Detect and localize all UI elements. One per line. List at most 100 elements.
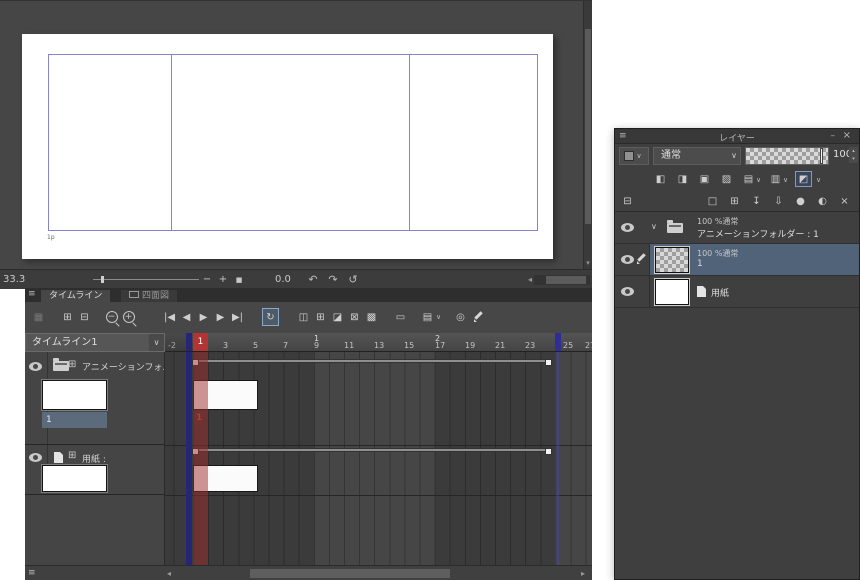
track-row-paper[interactable]: ⊞ 用紙 : — [25, 445, 165, 495]
layer-row-paper[interactable]: 用紙 — [615, 276, 859, 308]
opacity-value[interactable]: 100 ▴ ▾ — [831, 147, 858, 165]
zoom-in-button[interactable]: + — [215, 274, 231, 285]
canvas-paper[interactable]: 1p — [22, 34, 553, 259]
new-raster-layer-icon[interactable]: □ — [704, 193, 721, 209]
canvas-horizontal-scrollbar[interactable] — [534, 274, 590, 285]
scroll-left-icon[interactable]: ◂ — [528, 275, 532, 284]
zoom-out-icon[interactable]: − — [103, 310, 120, 325]
transfer-to-lower-layer-icon[interactable]: ↧ — [748, 193, 765, 209]
timeline-name-select[interactable]: タイムライン1 ∨ — [25, 333, 165, 352]
chevron-down-icon[interactable]: ∨ — [756, 176, 764, 184]
zoom-slider[interactable] — [93, 276, 199, 283]
visibility-eye-icon[interactable] — [29, 362, 42, 371]
layer-row-animation-folder[interactable]: ∨ 100 %通常 アニメーションフォルダー : 1 — [615, 212, 859, 244]
reset-view-icon[interactable]: ↺ — [345, 273, 361, 286]
zoom-in-icon[interactable]: + — [120, 310, 137, 325]
layer-thumbnail[interactable] — [654, 278, 690, 306]
new-animation-cel-icon[interactable]: ◫ — [295, 308, 312, 326]
zoom-slider-thumb[interactable] — [101, 276, 104, 283]
paper-thumbnail[interactable] — [41, 464, 108, 493]
timeline-horizontal-scrollbar[interactable]: ≡ ◂ ▸ — [25, 565, 592, 580]
set-ruler-icon[interactable]: ▥ — [767, 171, 784, 187]
visibility-eye-icon[interactable] — [29, 453, 42, 462]
track-area[interactable]: 1 — [165, 352, 592, 565]
delete-frame-icon[interactable]: ⊟ — [76, 308, 93, 326]
expand-chevron-icon[interactable]: ∨ — [651, 222, 657, 231]
next-frame-icon[interactable]: ▶ — [212, 308, 229, 326]
new-layer-folder-icon[interactable]: ⊞ — [726, 193, 743, 209]
palette-display-icon[interactable]: ⊟ — [619, 193, 636, 209]
draw-on-cel-icon[interactable] — [469, 308, 486, 326]
canvas-vertical-scrollbar[interactable]: ▾ — [583, 1, 592, 269]
redo-icon[interactable]: ↷ — [325, 273, 341, 286]
previous-frame-icon[interactable]: ◀ — [178, 308, 195, 326]
spin-up-icon[interactable]: ▴ — [852, 148, 855, 154]
opacity-slider-handle[interactable] — [820, 148, 823, 164]
chevron-down-icon[interactable]: ∨ — [816, 176, 824, 184]
fit-screen-button[interactable]: ■ — [231, 276, 247, 284]
blend-mode-select[interactable]: 通常 ∨ — [653, 147, 741, 165]
opacity-slider[interactable] — [745, 147, 829, 165]
playhead-marker[interactable]: 1 — [193, 333, 208, 351]
insert-frame-icon[interactable]: ⊞ — [59, 308, 76, 326]
chevron-down-icon[interactable]: ∨ — [436, 313, 444, 321]
combine-mode-button[interactable]: ∨ — [619, 147, 649, 165]
opacity-spinner[interactable]: ▴ ▾ — [849, 147, 858, 163]
scrollbar-thumb[interactable] — [585, 29, 591, 224]
layer-row-cel-1[interactable]: 100 %通常 1 — [615, 244, 859, 276]
visibility-eye-icon[interactable] — [621, 255, 634, 264]
scroll-down-icon[interactable]: ▾ — [584, 258, 592, 268]
scroll-left-icon[interactable]: ◂ — [167, 569, 171, 578]
new-animation-folder-icon[interactable]: ⊞ — [312, 308, 329, 326]
lock-transparent-pixels-icon[interactable]: ▨ — [718, 171, 735, 187]
apply-mask-icon[interactable]: ◐ — [814, 193, 831, 209]
create-layer-mask-icon[interactable]: ● — [792, 193, 809, 209]
rotate-value: 0.0 — [275, 274, 291, 285]
spin-down-icon[interactable]: ▾ — [852, 156, 855, 162]
delete-cel-icon[interactable]: ⊠ — [346, 308, 363, 326]
clip-duration-bar[interactable] — [192, 448, 552, 455]
onion-skin-icon[interactable]: ◎ — [452, 308, 469, 326]
zoom-out-button[interactable]: − — [199, 274, 215, 285]
playback-start-marker[interactable] — [186, 333, 192, 351]
cel-thumbnail[interactable] — [41, 379, 108, 411]
clip-duration-bar[interactable] — [192, 359, 552, 366]
new-timeline-icon[interactable]: ▦ — [30, 308, 47, 326]
close-icon[interactable]: × — [843, 130, 851, 141]
track-row-animation-folder[interactable]: ⊞ アニメーションフォルダ 1 — [25, 352, 165, 445]
track-options-icon[interactable]: ▤ — [419, 308, 436, 326]
lock-layer-icon[interactable]: ▣ — [696, 171, 713, 187]
expand-toggle-icon[interactable]: ⊞ — [68, 359, 76, 370]
go-to-end-icon[interactable]: ▶| — [229, 308, 246, 326]
layer-color-icon[interactable]: ◩ — [795, 171, 812, 187]
panel-menu-icon[interactable]: ≡ — [28, 289, 36, 299]
undo-icon[interactable]: ↶ — [305, 273, 321, 286]
go-to-start-icon[interactable]: |◀ — [161, 308, 178, 326]
scrollbar-thumb[interactable] — [546, 275, 586, 284]
expand-toggle-icon[interactable]: ⊞ — [68, 450, 76, 461]
chevron-down-icon[interactable]: ∨ — [783, 176, 791, 184]
layer-thumbnail[interactable] — [654, 246, 690, 274]
scrollbar-thumb[interactable] — [250, 569, 450, 578]
delete-layer-icon[interactable]: × — [836, 193, 853, 209]
playhead-column[interactable] — [193, 352, 208, 565]
batch-change-icon[interactable]: ▩ — [363, 308, 380, 326]
clip-to-layer-below-icon[interactable]: ◧ — [652, 171, 669, 187]
loop-playback-icon[interactable]: ↻ — [262, 308, 279, 326]
minimize-icon[interactable]: – — [831, 131, 836, 141]
tab-timeline[interactable]: タイムライン — [41, 290, 111, 302]
reference-layer-icon[interactable]: ◨ — [674, 171, 691, 187]
tab-four-view[interactable]: 四面図 — [121, 290, 178, 302]
scroll-right-icon[interactable]: ▸ — [581, 569, 585, 578]
merge-with-lower-layer-icon[interactable]: ⇩ — [770, 193, 787, 209]
edit-track-icon[interactable]: ▭ — [392, 308, 409, 326]
panel-menu-icon[interactable]: ≡ — [28, 568, 36, 578]
visibility-eye-icon[interactable] — [621, 287, 634, 296]
playback-end-marker[interactable] — [555, 333, 561, 351]
enable-mask-icon[interactable]: ▤ — [740, 171, 757, 187]
specify-cel-icon[interactable]: ◪ — [329, 308, 346, 326]
visibility-eye-icon[interactable] — [621, 223, 634, 232]
play-icon[interactable]: ▶ — [195, 308, 212, 326]
cel-number-cell[interactable]: 1 — [42, 412, 107, 428]
frame-ruler[interactable]: -2 1 1 2 3 5 7 9 11 13 15 17 19 21 23 25… — [165, 333, 592, 352]
